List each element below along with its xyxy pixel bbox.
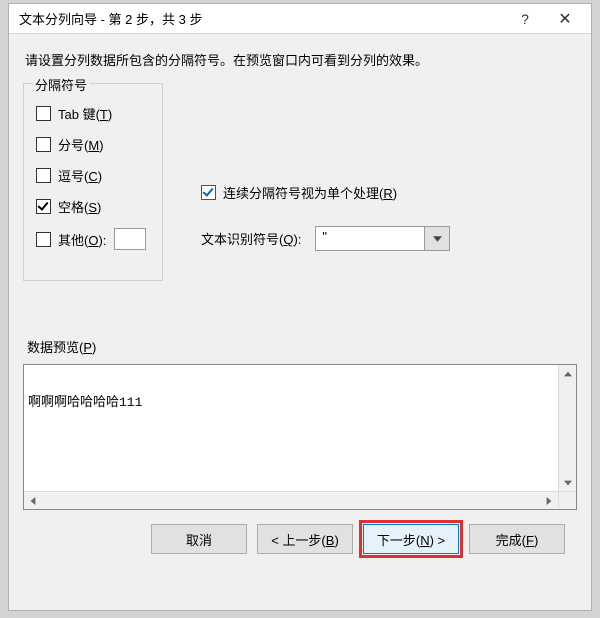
window-title: 文本分列向导 - 第 2 步，共 3 步 <box>19 9 505 28</box>
delimiter-semicolon-row[interactable]: 分号(M) <box>36 135 150 154</box>
consecutive-row[interactable]: 连续分隔符号视为单个处理(R) <box>201 183 450 202</box>
delimiter-tab-label: Tab 键(T) <box>58 104 112 123</box>
chevron-down-icon[interactable] <box>425 226 450 251</box>
dialog-body: 请设置分列数据所包含的分隔符号。在预览窗口内可看到分列的效果。 分隔符号 Tab… <box>9 34 591 610</box>
button-bar: 取消 < 上一步(B) 下一步(N) > 完成(F) <box>23 510 577 568</box>
text-qualifier-row: 文本识别符号(Q): " <box>201 226 450 251</box>
delimiter-semicolon-checkbox[interactable] <box>36 137 51 152</box>
help-icon: ? <box>521 11 529 27</box>
delimiter-other-checkbox[interactable] <box>36 232 51 247</box>
preview-row: 啊啊啊哈哈哈哈111 <box>28 391 572 410</box>
close-button[interactable]: ✕ <box>545 5 585 33</box>
wizard-dialog: 文本分列向导 - 第 2 步，共 3 步 ? ✕ 请设置分列数据所包含的分隔符号… <box>8 3 592 611</box>
scrollbar-vertical[interactable] <box>558 365 576 491</box>
next-button[interactable]: 下一步(N) > <box>363 524 459 554</box>
close-icon: ✕ <box>558 9 571 29</box>
instruction-text: 请设置分列数据所包含的分隔符号。在预览窗口内可看到分列的效果。 <box>25 50 575 69</box>
scroll-right-icon[interactable] <box>540 492 558 509</box>
delimiter-comma-row[interactable]: 逗号(C) <box>36 166 150 185</box>
preview-box: 啊啊啊哈哈哈哈111 <box>23 364 577 510</box>
preview-label: 数据预览(P) <box>27 337 575 356</box>
delimiter-other-input[interactable] <box>114 228 146 250</box>
delimiter-comma-label: 逗号(C) <box>58 166 102 185</box>
text-qualifier-select[interactable]: " <box>315 226 450 251</box>
titlebar: 文本分列向导 - 第 2 步，共 3 步 ? ✕ <box>9 4 591 34</box>
delimiter-space-checkbox[interactable] <box>36 199 51 214</box>
text-qualifier-label: 文本识别符号(Q): <box>201 229 301 248</box>
scroll-left-icon[interactable] <box>24 492 42 509</box>
scroll-down-icon[interactable] <box>559 474 577 491</box>
scrollbar-horizontal[interactable] <box>24 491 558 509</box>
scroll-up-icon[interactable] <box>559 365 577 382</box>
consecutive-checkbox[interactable] <box>201 185 216 200</box>
delimiter-comma-checkbox[interactable] <box>36 168 51 183</box>
preview-content: 啊啊啊哈哈哈哈111 <box>24 365 576 491</box>
back-button[interactable]: < 上一步(B) <box>257 524 353 554</box>
delimiter-other-label: 其他(O): <box>58 230 106 249</box>
delimiters-legend: 分隔符号 <box>32 75 90 94</box>
scrollbar-corner <box>558 491 576 509</box>
delimiter-semicolon-label: 分号(M) <box>58 135 104 154</box>
cancel-button[interactable]: 取消 <box>151 524 247 554</box>
text-qualifier-value[interactable]: " <box>315 226 425 251</box>
delimiter-other-row[interactable]: 其他(O): <box>36 228 150 250</box>
delimiter-tab-checkbox[interactable] <box>36 106 51 121</box>
help-button[interactable]: ? <box>505 5 545 33</box>
consecutive-label: 连续分隔符号视为单个处理(R) <box>223 183 397 202</box>
delimiter-space-row[interactable]: 空格(S) <box>36 197 150 216</box>
delimiter-space-label: 空格(S) <box>58 197 101 216</box>
options-area: 分隔符号 Tab 键(T) 分号(M) 逗号(C) 空格(S) <box>23 83 577 313</box>
delimiter-tab-row[interactable]: Tab 键(T) <box>36 104 150 123</box>
finish-button[interactable]: 完成(F) <box>469 524 565 554</box>
delimiters-group: 分隔符号 Tab 键(T) 分号(M) 逗号(C) 空格(S) <box>23 83 163 281</box>
right-options: 连续分隔符号视为单个处理(R) 文本识别符号(Q): " <box>201 183 450 251</box>
